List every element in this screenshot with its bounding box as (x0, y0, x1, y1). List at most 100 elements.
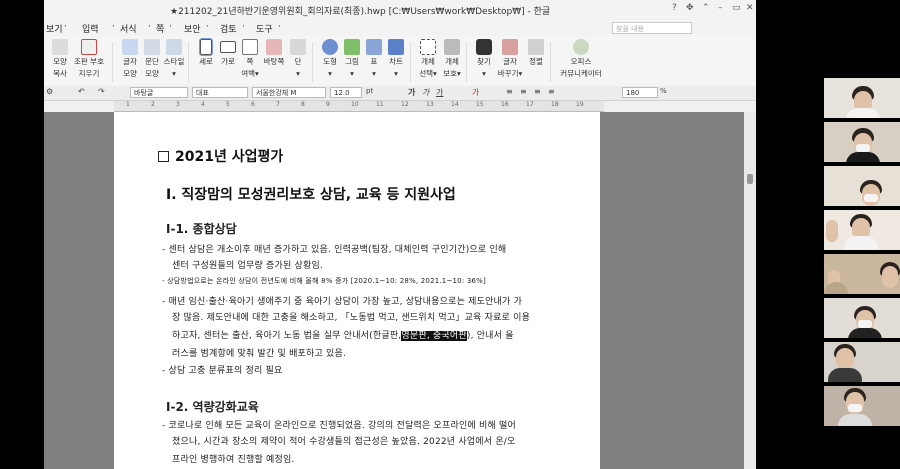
participant-shirt (838, 414, 872, 426)
participant-face (882, 266, 898, 288)
selected-text[interactable]: 영문판, 중국어판 (401, 331, 467, 341)
vertical-scrollbar[interactable] (744, 112, 756, 469)
ribbon-label: 조판 부호 (74, 57, 104, 66)
participant-tile[interactable] (824, 122, 900, 162)
style-icon (166, 39, 182, 55)
portrait-page-icon (199, 38, 213, 56)
ribbon-divider (410, 42, 411, 82)
undo-icon[interactable]: ↶ (78, 87, 85, 96)
brush-icon (52, 39, 68, 55)
ribbon-style[interactable]: 스타일 ▾ (158, 39, 190, 79)
participant-tile[interactable] (824, 342, 900, 382)
participant-tile[interactable] (824, 254, 900, 294)
ribbon-clear-codes[interactable]: 조판 부호 지우기 (68, 39, 110, 79)
participant-tile[interactable] (824, 78, 900, 118)
redo-icon[interactable]: ↷ (98, 87, 105, 96)
margin-icon (242, 39, 258, 55)
doc-heading: 2021년 사업평가 (158, 146, 283, 166)
find-input[interactable]: 찾을 내용 (612, 22, 692, 34)
ribbon-label: ▾ (296, 69, 300, 78)
menu-security-arrow[interactable]: · (206, 22, 209, 32)
doc-text-run: ), 안내서 올 (466, 331, 514, 341)
ribbon-columns[interactable]: 단 ▾ (282, 39, 314, 79)
ribbon-label: ▾ (394, 69, 398, 78)
menu-view-arrow[interactable]: · (64, 22, 67, 32)
ruler-tick: 11 (376, 101, 384, 108)
menu-review[interactable]: 검토 (220, 22, 237, 35)
help-icon[interactable]: ? (672, 3, 677, 13)
lock-icon (444, 39, 460, 55)
menu-security[interactable]: 보안 (184, 22, 201, 35)
ribbon-chart[interactable]: 차트 ▾ (380, 39, 412, 79)
ribbon-office-communicator[interactable]: 오피스 커뮤니케이터 (556, 39, 606, 79)
doc-line: 하고자, 센터는 출산, 육아기 노동 법을 실무 안내서(한글판,영문판, 중… (172, 328, 514, 341)
doc-line: - 상담방법으로는 온라인 상담이 전년도에 비해 올해 8% 증가 [2020… (162, 277, 486, 285)
menu-view[interactable]: 보기 (46, 22, 63, 35)
participant-mask (858, 320, 872, 328)
hwp-window: ★211202_21년하반기운영위원회_회의자료(최종).hwp [C:₩Use… (44, 0, 756, 469)
ruler-tick: 1 (126, 101, 130, 108)
ruler-tick: 12 (401, 101, 409, 108)
participant-shirt (828, 368, 862, 382)
ribbon-label: 스타일 (163, 57, 185, 66)
scrollbar-thumb[interactable] (747, 174, 753, 184)
doc-line: 프라인 병행하여 진행할 예정임. (172, 455, 295, 465)
align-right-button[interactable]: ≡ (534, 87, 541, 96)
participant-tile[interactable] (824, 166, 900, 206)
menu-format-arrow[interactable]: · (148, 22, 151, 32)
maximize-icon[interactable]: ▭ (732, 3, 741, 13)
ribbon-label: 바꾸기▾ (497, 69, 523, 78)
font-select[interactable]: 서울한강체 M (252, 87, 326, 98)
menu-page-arrow[interactable]: · (169, 22, 172, 32)
ruler-tick: 19 (576, 101, 584, 108)
ruler-tick: 14 (451, 101, 459, 108)
document-workspace: 2021년 사업평가 Ⅰ. 직장맘의 모성권리보호 상담, 교육 등 지원사업 … (44, 112, 744, 469)
settings-icon[interactable]: ⚙ (46, 87, 53, 96)
justify-button[interactable]: ≡ (548, 87, 555, 96)
menu-tools-arrow[interactable]: · (278, 22, 281, 32)
menu-format[interactable]: 서식 (120, 22, 137, 35)
zoom-unit: % (660, 87, 667, 95)
ribbon-divider (550, 42, 551, 82)
ribbon-label: 여백▾ (241, 69, 259, 78)
ribbon-divider (112, 42, 113, 82)
bold-button[interactable]: 가 (408, 87, 415, 98)
doc-line: - 센터 상담은 개소이후 매년 증가하고 있음. 인력공백(팀장, 대체인력 … (162, 245, 507, 255)
font-size-input[interactable]: 12.0 (330, 87, 362, 98)
underline-button[interactable]: 가 (436, 87, 443, 98)
document-page[interactable]: 2021년 사업평가 Ⅰ. 직장맘의 모성권리보호 상담, 교육 등 지원사업 … (114, 112, 600, 469)
checkbox-square-icon (158, 151, 169, 162)
participant-shirt (844, 236, 878, 250)
participant-shirt (824, 282, 848, 294)
binoculars-icon (476, 39, 492, 55)
menu-tools[interactable]: 도구 (256, 22, 273, 35)
participant-tile[interactable] (824, 298, 900, 338)
ribbon-sort[interactable]: 정렬 (520, 39, 552, 67)
zoom-input[interactable]: 180 (622, 87, 658, 98)
menu-page[interactable]: 쪽 (156, 22, 164, 35)
italic-button[interactable]: 가 (422, 87, 429, 98)
font-color-button[interactable]: 가 (472, 87, 479, 98)
participant-tile[interactable] (824, 386, 900, 426)
menu-insert-arrow[interactable]: · (112, 22, 115, 32)
ribbon-object-protect[interactable]: 개체 보호▾ (436, 39, 468, 79)
ribbon-label: 차트 (389, 57, 403, 66)
menu-bar: 보기 · 입력 · 서식 · 쪽 · 보안 · 검토 · 도구 · 찾을 내용 (44, 20, 756, 36)
align-left-button[interactable]: ≡ (506, 87, 513, 96)
menu-insert[interactable]: 입력 (82, 22, 99, 35)
language-select[interactable]: 대표 (192, 87, 248, 98)
ruler-tick: 7 (276, 101, 280, 108)
participant-tile[interactable] (824, 210, 900, 250)
ribbon-collapse-icon[interactable]: ⌃ (702, 3, 710, 13)
horizontal-ruler[interactable]: 1 2 3 4 5 6 7 8 9 10 11 12 13 14 15 16 1… (114, 101, 604, 112)
ribbon-label: ▾ (172, 69, 176, 78)
minimize-icon[interactable]: – (718, 3, 723, 13)
menu-review-arrow[interactable]: · (242, 22, 245, 32)
close-icon[interactable]: ✕ (746, 3, 754, 13)
participant-mask (848, 404, 862, 412)
ruler-tick: 10 (351, 101, 359, 108)
restore-icon[interactable]: ✥ (686, 3, 694, 13)
ribbon-label: 오피스 (570, 57, 592, 66)
align-center-button[interactable]: ≡ (520, 87, 527, 96)
style-select[interactable]: 바탕글 (130, 87, 188, 98)
